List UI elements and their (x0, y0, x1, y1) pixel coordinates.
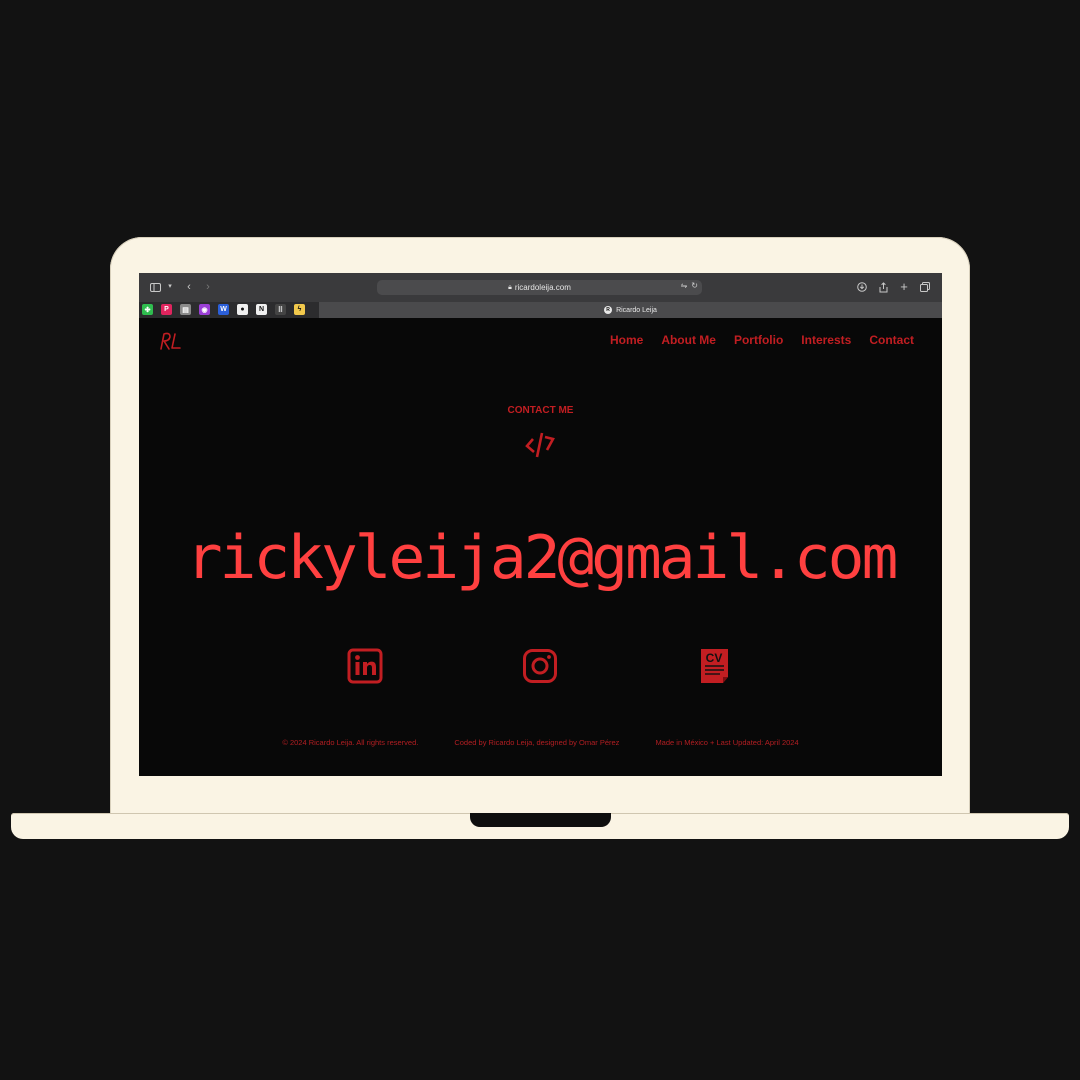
p-app-icon[interactable]: P (161, 304, 172, 315)
linkedin-icon[interactable] (347, 648, 383, 684)
back-icon[interactable]: ‹ (184, 280, 194, 294)
github-icon[interactable]: ● (237, 304, 248, 315)
translate-icon[interactable]: ⇋ (681, 281, 688, 290)
tab-overview-icon[interactable] (919, 280, 931, 294)
cv-label: CV (706, 651, 723, 665)
address-bar[interactable]: 🔒︎ ricardoleija.com ⇋ ↻ (377, 280, 702, 295)
doc-icon[interactable]: ▤ (180, 304, 191, 315)
nav-home[interactable]: Home (610, 333, 643, 347)
active-tab[interactable]: R Ricardo Leija (319, 302, 942, 318)
notion-icon[interactable]: N (256, 304, 267, 315)
grid-app-icon[interactable]: ⠿ (275, 304, 286, 315)
website: Home About Me Portfolio Interests Contac… (139, 318, 942, 776)
bolt-app-icon[interactable]: ϟ (294, 304, 305, 315)
word-icon[interactable]: W (218, 304, 229, 315)
footer: © 2024 Ricardo Leija. All rights reserve… (139, 738, 942, 747)
code-icon (525, 432, 555, 458)
nav-interests[interactable]: Interests (801, 333, 851, 347)
clover-icon[interactable]: ✤ (142, 304, 153, 315)
laptop-notch (470, 813, 611, 827)
footer-credits: Coded by Ricardo Leija, designed by Omar… (454, 738, 620, 747)
share-icon[interactable] (877, 280, 889, 294)
nav-contact[interactable]: Contact (869, 333, 914, 347)
laptop-screen: ▾ ‹ › 🔒︎ ricardoleija.com ⇋ ↻ + ✤ P ▤ ◉ W ● N ⠿… (139, 273, 942, 776)
instagram-icon[interactable] (522, 648, 558, 684)
nav-about-me[interactable]: About Me (661, 333, 716, 347)
footer-copyright: © 2024 Ricardo Leija. All rights reserve… (282, 738, 419, 747)
purple-app-icon[interactable]: ◉ (199, 304, 210, 315)
forward-icon[interactable]: › (203, 280, 213, 294)
tab-favicon: R (604, 306, 613, 314)
download-icon[interactable] (856, 280, 868, 294)
tab-title: Ricardo Leija (616, 306, 657, 314)
main-nav: Home About Me Portfolio Interests Contac… (610, 333, 914, 347)
footer-updated: Made in México + Last Updated: April 202… (655, 738, 799, 747)
sidebar-toggle-icon[interactable] (149, 280, 161, 294)
lock-icon: 🔒︎ (508, 283, 512, 291)
email-link[interactable]: rickyleija2@gmail.com (139, 518, 942, 598)
contact-heading: CONTACT ME (507, 405, 574, 416)
chevron-down-icon[interactable]: ▾ (166, 280, 174, 294)
cv-icon[interactable]: CV (697, 648, 733, 684)
reload-icon[interactable]: ↻ (691, 281, 698, 290)
url-text: ricardoleija.com (514, 283, 571, 292)
nav-portfolio[interactable]: Portfolio (734, 333, 783, 347)
browser-toolbar: ▾ ‹ › 🔒︎ ricardoleija.com ⇋ ↻ + (139, 273, 942, 303)
new-tab-icon[interactable]: + (898, 280, 910, 294)
rl-logo[interactable] (157, 330, 185, 352)
